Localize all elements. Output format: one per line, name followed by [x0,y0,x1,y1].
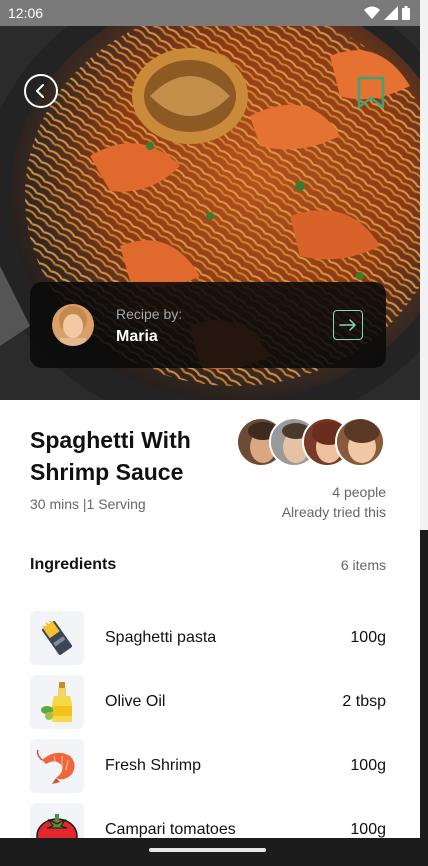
chevron-left-icon [36,84,44,98]
status-time: 12:06 [8,5,44,21]
window-edge [420,0,428,866]
author-card[interactable]: Recipe by: Maria [30,282,386,368]
author-link-button[interactable] [333,310,363,340]
recipe-title: Spaghetti With Shrimp Sauce [30,427,191,485]
recipe-meta: 30 mins |1 Serving [30,496,146,512]
signal-icon [384,6,398,20]
tried-caption: Already tried this [281,504,386,520]
ingredients-count: 6 items [340,557,386,573]
ingredient-name: Fresh Shrimp [105,757,202,774]
tried-count: 4 people [332,484,386,500]
back-button[interactable] [24,74,58,108]
list-item[interactable]: Spaghetti pasta 100g [30,606,386,670]
bookmark-icon[interactable] [356,76,386,110]
home-indicator[interactable] [149,848,266,852]
arrow-right-icon [339,319,356,331]
list-item[interactable]: Fresh Shrimp 100g [30,734,386,798]
ingredient-name: Olive Oil [105,693,166,710]
ingredients-list: Spaghetti pasta 100g Olive Oil 2 tbsp Fr… [30,606,386,838]
ingredient-qty: 100g [350,757,386,774]
olive-oil-icon [30,675,84,729]
shrimp-icon [30,739,84,793]
list-item[interactable]: Campari tomatoes 100g [30,798,386,838]
ingredient-qty: 100g [350,821,386,838]
ingredients-heading: Ingredients [30,556,117,573]
ingredient-name: Campari tomatoes [105,821,236,838]
status-icons [364,6,410,20]
list-item[interactable]: Olive Oil 2 tbsp [30,670,386,734]
tomato-icon [30,803,84,838]
ingredient-qty: 2 tbsp [342,693,386,710]
system-navigation-bar [0,838,428,866]
pasta-icon [30,611,84,665]
avatar [335,417,385,467]
ingredient-name: Spaghetti pasta [105,629,217,646]
recipe-by-label: Recipe by: [116,306,183,322]
battery-icon [402,6,410,20]
author-name: Maria [116,328,158,345]
wifi-icon [364,6,380,19]
hero-image: Recipe by: Maria [0,26,420,400]
recipe-screen: Recipe by: Maria Spaghetti With Shrimp S… [0,26,420,838]
ingredient-qty: 100g [350,629,386,646]
tried-avatars[interactable] [236,417,386,471]
avatar [52,304,94,346]
status-bar: 12:06 [0,0,420,26]
